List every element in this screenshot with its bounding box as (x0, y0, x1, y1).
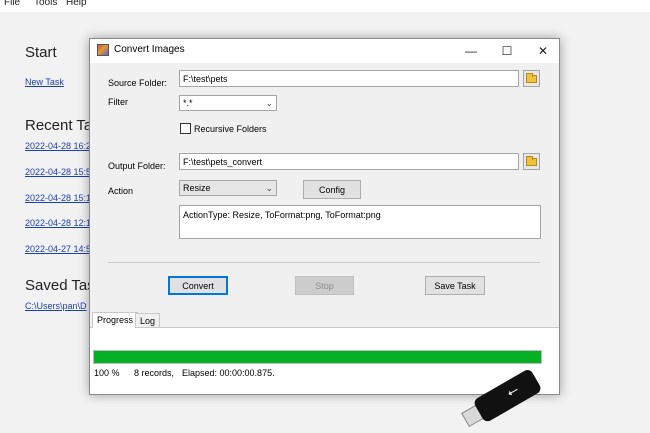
source-folder-label: Source Folder: (108, 78, 168, 88)
close-button[interactable]: ✕ (525, 39, 559, 63)
action-value: Resize (183, 183, 211, 193)
status-elapsed: Elapsed: 00:00:00.875. (182, 368, 275, 378)
source-browse-button[interactable] (523, 70, 540, 87)
tab-progress[interactable]: Progress (92, 312, 139, 328)
convert-images-dialog: Convert Images — ☐ ✕ Source Folder: F:\t… (89, 38, 560, 395)
status-records: 8 records, (134, 368, 175, 378)
action-label: Action (108, 186, 134, 196)
filter-select[interactable]: *.* ⌄ (179, 95, 277, 111)
chevron-down-icon: ⌄ (265, 98, 273, 108)
start-heading: Start (25, 44, 57, 61)
tab-log[interactable]: Log (135, 313, 161, 328)
recent-task-link[interactable]: 2022-04-28 15:5 (25, 167, 91, 177)
recent-task-link[interactable]: 2022-04-28 15:1 (25, 193, 91, 203)
chevron-down-icon: ⌄ (265, 183, 273, 193)
dialog-titlebar[interactable]: Convert Images — ☐ ✕ (90, 39, 559, 63)
saved-task-link[interactable]: C:\Users\pan\D (25, 301, 87, 311)
progress-fill (94, 351, 541, 363)
action-details-textarea[interactable]: ActionType: Resize, ToFormat:png, ToForm… (179, 205, 541, 239)
output-browse-button[interactable] (523, 153, 540, 170)
menu-bar: File Tools Help (0, 0, 650, 12)
status-percent: 100 % (94, 368, 120, 378)
output-folder-input[interactable]: F:\test\pets_convert (179, 153, 519, 170)
minimize-button[interactable]: — (453, 39, 489, 63)
divider (108, 262, 540, 263)
recent-task-link[interactable]: 2022-04-27 14:5 (25, 244, 91, 254)
recursive-folders-checkbox[interactable] (180, 123, 191, 134)
config-button[interactable]: Config (303, 180, 361, 199)
progress-bar (93, 350, 542, 364)
folder-icon (526, 72, 537, 83)
app-icon (97, 44, 109, 56)
menu-help[interactable]: Help (66, 0, 87, 8)
maximize-button[interactable]: ☐ (489, 39, 525, 63)
menu-tools[interactable]: Tools (34, 0, 57, 8)
action-select[interactable]: Resize ⌄ (179, 180, 277, 196)
stop-button[interactable]: Stop (295, 276, 354, 295)
recent-task-link[interactable]: 2022-04-28 16:2 (25, 141, 91, 151)
dialog-title: Convert Images (114, 44, 185, 55)
folder-icon (526, 155, 537, 166)
convert-button[interactable]: Convert (168, 276, 228, 295)
filter-label: Filter (108, 97, 128, 107)
source-folder-input[interactable]: F:\test\pets (179, 70, 519, 87)
save-task-button[interactable]: Save Task (425, 276, 485, 295)
output-folder-label: Output Folder: (108, 161, 166, 171)
recursive-folders-label: Recursive Folders (194, 124, 267, 134)
new-task-link[interactable]: New Task (25, 77, 64, 87)
filter-value: *.* (183, 98, 193, 108)
recent-task-link[interactable]: 2022-04-28 12:1 (25, 218, 91, 228)
menu-file[interactable]: File (4, 0, 20, 8)
